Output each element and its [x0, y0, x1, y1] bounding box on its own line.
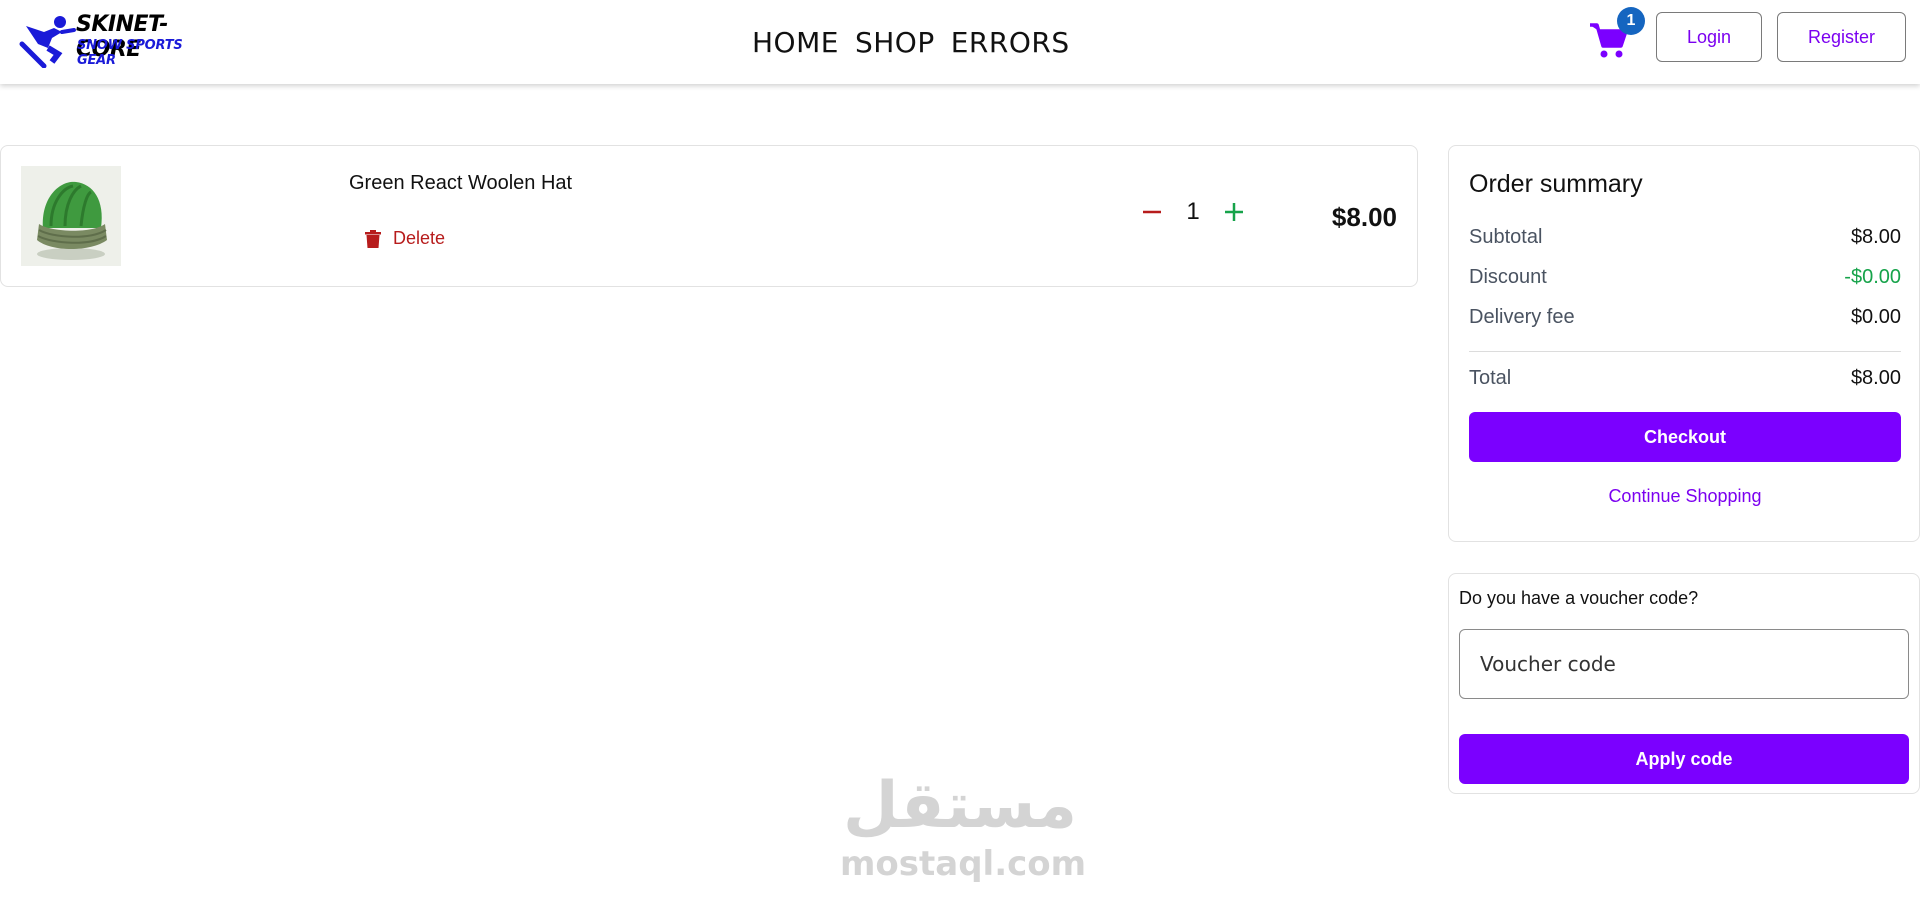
nav-home[interactable]: HOME: [752, 26, 839, 59]
watermark-arabic: مستقل: [842, 769, 1078, 843]
voucher-code-input[interactable]: [1459, 629, 1909, 699]
total-value: $8.00: [1850, 367, 1901, 389]
login-button[interactable]: Login: [1656, 12, 1762, 62]
quantity-stepper: 1: [1141, 198, 1245, 226]
product-image[interactable]: [21, 166, 121, 266]
discount-row: Discount -$0.00: [1469, 266, 1901, 289]
apply-code-button[interactable]: Apply code: [1459, 734, 1909, 784]
delete-label: Delete: [393, 228, 446, 248]
discount-label: Discount: [1469, 266, 1547, 288]
subtotal-label: Subtotal: [1469, 226, 1543, 248]
item-price: $8.00: [1331, 202, 1397, 232]
watermark: مستقل mostaql.com: [840, 769, 1086, 884]
logo[interactable]: SKINET-CORE SNOW SPORTS GEAR: [18, 12, 218, 70]
summary-divider: [1469, 351, 1901, 352]
main-nav: HOME SHOP ERRORS: [752, 22, 1070, 62]
quantity-value: 1: [1186, 198, 1200, 225]
delivery-value: $0.00: [1850, 306, 1901, 328]
discount-value: -$0.00: [1844, 266, 1901, 288]
site-header: SKINET-CORE SNOW SPORTS GEAR HOME SHOP E…: [0, 0, 1920, 84]
subtotal-row: Subtotal $8.00: [1469, 226, 1901, 249]
order-summary: Order summary Subtotal $8.00 Discount -$…: [1448, 145, 1920, 542]
register-button[interactable]: Register: [1777, 12, 1906, 62]
delete-button[interactable]: Delete: [365, 228, 445, 249]
snowboarder-icon: [19, 16, 76, 68]
logo-subtitle: SNOW SPORTS GEAR: [77, 38, 183, 68]
trash-icon: [365, 229, 381, 248]
total-row: Total $8.00: [1469, 367, 1901, 390]
minus-icon[interactable]: [1141, 201, 1163, 223]
total-label: Total: [1469, 367, 1512, 389]
nav-shop[interactable]: SHOP: [855, 26, 935, 59]
cart-item: Green React Woolen Hat Delete 1 $8.00: [0, 145, 1418, 287]
product-name[interactable]: Green React Woolen Hat: [349, 172, 572, 195]
delivery-row: Delivery fee $0.00: [1469, 306, 1901, 329]
subtotal-value: $8.00: [1850, 226, 1901, 248]
cart-count-badge: 1: [1617, 7, 1645, 35]
continue-shopping-link[interactable]: Continue Shopping: [1469, 486, 1901, 507]
voucher-panel: Do you have a voucher code? Apply code: [1448, 573, 1920, 794]
delivery-label: Delivery fee: [1469, 306, 1575, 328]
nav-errors[interactable]: ERRORS: [951, 26, 1070, 59]
summary-title: Order summary: [1469, 170, 1643, 198]
voucher-question: Do you have a voucher code?: [1459, 588, 1699, 608]
watermark-latin: mostaql.com: [840, 844, 1087, 884]
plus-icon[interactable]: [1223, 201, 1245, 223]
woolen-hat-image: [21, 166, 121, 266]
checkout-button[interactable]: Checkout: [1469, 412, 1901, 462]
